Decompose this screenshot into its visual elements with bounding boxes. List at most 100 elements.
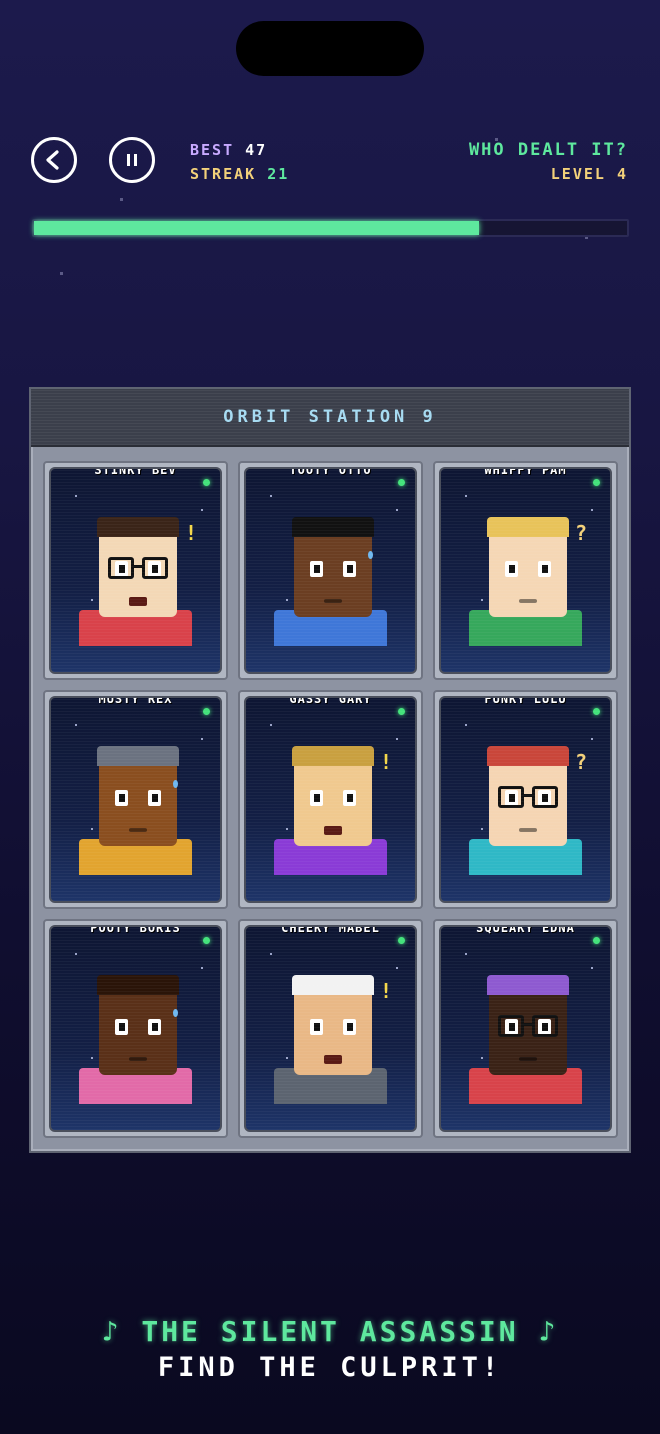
portrait-hair (97, 517, 179, 537)
portrait-glasses-left (498, 786, 524, 808)
suspect-portrait: ? (441, 698, 610, 901)
exclamation-icon: ! (380, 979, 393, 1003)
portrait-mouth (519, 1057, 537, 1061)
suspect-screen: STINKY BEV! (49, 467, 222, 674)
portrait-eye-left (310, 790, 323, 806)
portrait-mouth (324, 826, 342, 835)
suspect-card[interactable]: SQUEAKY EDNA (433, 919, 618, 1138)
portrait-glasses-bridge (523, 794, 535, 797)
suspect-portrait: ! (246, 698, 415, 901)
portrait-hair (487, 517, 569, 537)
portrait-eye-left (310, 561, 323, 577)
portrait-head (99, 985, 177, 1075)
suspect-portrait: ? (441, 469, 610, 672)
portrait-eye-right (343, 561, 356, 577)
streak-label: STREAK (190, 165, 257, 183)
pause-button[interactable] (109, 137, 155, 183)
suspect-panel: ORBIT STATION 9 STINKY BEV! TOOTY OTTO WHI… (29, 387, 631, 1153)
portrait-hair (292, 517, 374, 537)
suspect-card[interactable]: TOOTY OTTO (238, 461, 423, 680)
portrait-hair (487, 746, 569, 766)
streak-stat: STREAK 21 (190, 162, 289, 186)
best-label: BEST (190, 141, 235, 159)
suspect-screen: MUSTY REX (49, 696, 222, 903)
chevron-left-icon (46, 150, 59, 170)
panel-title: ORBIT STATION 9 (223, 407, 437, 427)
suspect-portrait (441, 927, 610, 1130)
portrait-eye-left (505, 561, 518, 577)
suspect-card[interactable]: WHIFFY PAM? (433, 461, 618, 680)
game-header: WHO DEALT IT? LEVEL 4 (469, 138, 628, 186)
portrait-hair (97, 975, 179, 995)
portrait-eye-left (115, 790, 128, 806)
question-icon: ? (575, 750, 588, 774)
suspect-card[interactable]: STINKY BEV! (43, 461, 228, 680)
suspect-screen: TOOTY OTTO (244, 467, 417, 674)
question-icon: ? (575, 521, 588, 545)
progress-fill (34, 221, 479, 235)
round-tagline: ♪ THE SILENT ASSASSIN ♪ (101, 1315, 559, 1348)
suspect-screen: GASSY GARY! (244, 696, 417, 903)
suspect-name: CHEEKY MABEL (281, 925, 380, 935)
suspect-portrait (51, 698, 220, 901)
suspect-card[interactable]: MUSTY REX (43, 690, 228, 909)
suspect-screen: WHIFFY PAM? (439, 467, 612, 674)
portrait-eye-right (343, 1019, 356, 1035)
portrait-head (294, 527, 372, 617)
portrait-head (489, 527, 567, 617)
suspect-grid: STINKY BEV! TOOTY OTTO WHIFFY PAM? MUSTY RE… (43, 461, 618, 1138)
portrait-eye-right (538, 561, 551, 577)
suspect-name: POOTY BORIS (90, 925, 181, 935)
suspect-screen: FUNKY LULU? (439, 696, 612, 903)
suspect-name: FUNKY LULU (484, 696, 567, 706)
best-value: 47 (245, 141, 268, 159)
portrait-glasses-left (108, 557, 134, 579)
streak-value: 21 (267, 165, 290, 183)
suspect-portrait: ! (51, 469, 220, 672)
suspect-screen: SQUEAKY EDNA (439, 925, 612, 1132)
portrait-mouth (324, 1055, 342, 1064)
suspect-name: GASSY GARY (289, 696, 372, 706)
exclamation-icon: ! (185, 521, 198, 545)
suspect-name: WHIFFY PAM (484, 467, 567, 477)
best-stat: BEST 47 (190, 138, 289, 162)
portrait-glasses-right (142, 557, 168, 579)
star (60, 272, 63, 275)
suspect-name: TOOTY OTTO (289, 467, 372, 477)
sweat-drop-icon (173, 780, 178, 788)
suspect-name: MUSTY REX (98, 696, 173, 706)
suspect-card[interactable]: CHEEKY MABEL! (238, 919, 423, 1138)
sweat-drop-icon (368, 551, 373, 559)
portrait-mouth (519, 599, 537, 603)
level-label: LEVEL (550, 165, 606, 183)
portrait-glasses-right (532, 1015, 558, 1037)
suspect-name: SQUEAKY EDNA (476, 925, 575, 935)
portrait-glasses-bridge (133, 565, 145, 568)
instruction-text: FIND THE CULPRIT! (157, 1352, 503, 1383)
suspect-card[interactable]: FUNKY LULU? (433, 690, 618, 909)
suspect-card[interactable]: POOTY BORIS (43, 919, 228, 1138)
portrait-mouth (129, 1057, 147, 1061)
portrait-hair (97, 746, 179, 766)
portrait-eye-left (310, 1019, 323, 1035)
portrait-mouth (324, 599, 342, 603)
portrait-mouth (519, 828, 537, 832)
suspect-screen: CHEEKY MABEL! (244, 925, 417, 1132)
portrait-head (99, 756, 177, 846)
stats-block: BEST 47 STREAK 21 (190, 138, 289, 186)
portrait-eye-left (115, 1019, 128, 1035)
suspect-name: STINKY BEV (94, 467, 177, 477)
back-button[interactable] (31, 137, 77, 183)
portrait-mouth (129, 597, 147, 606)
portrait-glasses-left (498, 1015, 524, 1037)
portrait-mouth (129, 828, 147, 832)
pause-icon (127, 154, 137, 166)
level-value: 4 (616, 165, 628, 183)
suspect-card[interactable]: GASSY GARY! (238, 690, 423, 909)
sweat-drop-icon (173, 1009, 178, 1017)
suspect-portrait (246, 469, 415, 672)
progress-bar (32, 219, 629, 237)
panel-header: ORBIT STATION 9 (31, 389, 629, 447)
portrait-eye-right (343, 790, 356, 806)
portrait-hair (487, 975, 569, 995)
